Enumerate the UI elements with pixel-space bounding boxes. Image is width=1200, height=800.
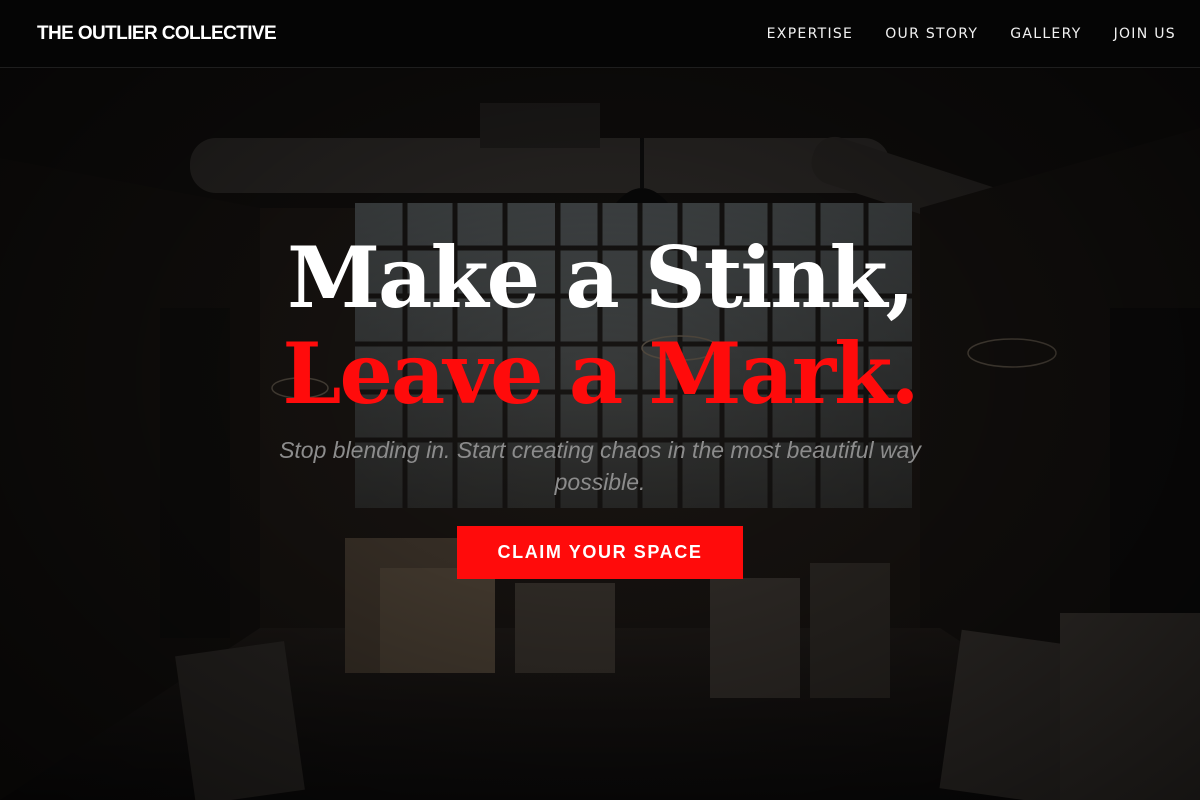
headline-line-1: Make a Stink, <box>287 228 915 327</box>
hero-subtitle: Stop blending in. Start creating chaos i… <box>279 437 921 495</box>
top-navbar: THE OUTLIER COLLECTIVE EXPERTISE OUR STO… <box>0 0 1200 68</box>
hero-content: Make a Stink, Leave a Mark. Stop blendin… <box>0 68 1200 800</box>
nav-link-gallery[interactable]: GALLERY <box>1010 26 1081 42</box>
claim-your-space-button[interactable]: CLAIM YOUR SPACE <box>457 526 743 579</box>
site-logo[interactable]: THE OUTLIER COLLECTIVE <box>37 23 277 45</box>
nav-link-join-us[interactable]: JOIN US <box>1114 26 1176 42</box>
nav-link-our-story[interactable]: OUR STORY <box>885 26 978 42</box>
headline-line-2: Leave a Mark. <box>282 324 919 423</box>
hero-headline: Make a Stink, Leave a Mark. <box>282 228 919 423</box>
nav-links: EXPERTISE OUR STORY GALLERY JOIN US <box>767 26 1176 42</box>
nav-link-expertise[interactable]: EXPERTISE <box>767 26 854 42</box>
